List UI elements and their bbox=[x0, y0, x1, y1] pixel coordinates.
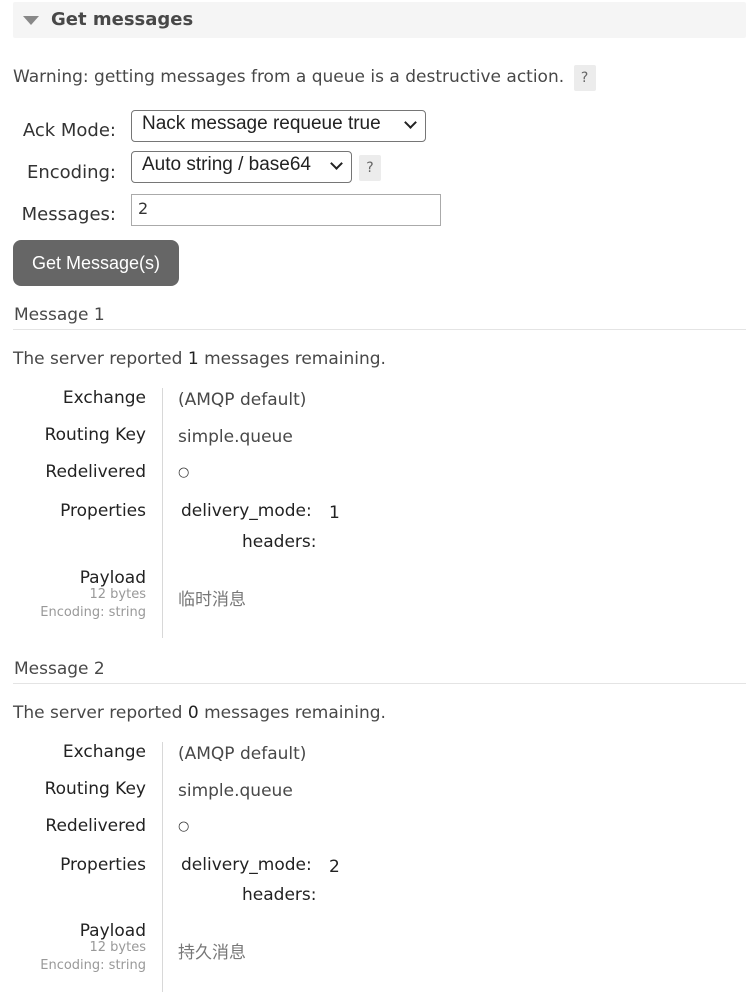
ack-mode-label: Ack Mode: bbox=[22, 120, 116, 141]
headers-label: headers: bbox=[242, 532, 317, 552]
remaining-prefix: The server reported bbox=[13, 349, 183, 369]
delivery-mode-label: delivery_mode: bbox=[181, 501, 312, 521]
payload-label: Payload bbox=[79, 568, 146, 588]
message-title: Message 2 bbox=[14, 659, 105, 679]
payload-value: 临时消息 bbox=[178, 590, 246, 610]
delivery-mode-label: delivery_mode: bbox=[181, 855, 312, 875]
redelivered-value: ○ bbox=[178, 465, 190, 480]
encoding-value: Auto string / base64 bbox=[142, 154, 311, 175]
messages-count-input[interactable]: 2 bbox=[131, 194, 441, 226]
section-title: Get messages bbox=[51, 9, 194, 30]
routing-key-value: simple.queue bbox=[178, 781, 293, 801]
messages-remaining: The server reported 0 messages remaining… bbox=[13, 703, 386, 723]
message-title: Message 1 bbox=[14, 305, 105, 325]
payload-encoding: Encoding: string bbox=[40, 605, 146, 620]
payload-label: Payload bbox=[79, 921, 146, 941]
payload-value: 持久消息 bbox=[178, 943, 246, 963]
redelivered-label: Redelivered bbox=[45, 816, 146, 836]
chevron-down-icon bbox=[404, 116, 417, 129]
details-divider bbox=[162, 388, 163, 638]
properties-label: Properties bbox=[60, 501, 146, 521]
encoding-help-button[interactable]: ? bbox=[359, 155, 381, 181]
remaining-count: 0 bbox=[187, 703, 199, 723]
messages-count-value: 2 bbox=[138, 199, 149, 218]
encoding-label: Encoding: bbox=[26, 162, 116, 183]
payload-encoding: Encoding: string bbox=[40, 958, 146, 973]
properties-label: Properties bbox=[60, 855, 146, 875]
remaining-prefix: The server reported bbox=[13, 703, 183, 723]
payload-bytes: 12 bytes bbox=[89, 587, 147, 602]
details-divider bbox=[162, 742, 163, 992]
ack-mode-select[interactable]: Nack message requeue true bbox=[131, 110, 426, 142]
routing-key-value: simple.queue bbox=[178, 427, 293, 447]
delivery-mode-value: 2 bbox=[329, 857, 340, 877]
remaining-count: 1 bbox=[187, 349, 199, 369]
routing-key-label: Routing Key bbox=[44, 779, 146, 799]
ack-mode-value: Nack message requeue true bbox=[142, 113, 381, 134]
redelivered-label: Redelivered bbox=[45, 462, 146, 482]
exchange-value: (AMQP default) bbox=[178, 744, 307, 764]
routing-key-label: Routing Key bbox=[44, 425, 146, 445]
payload-bytes: 12 bytes bbox=[89, 940, 147, 955]
get-messages-button[interactable]: Get Message(s) bbox=[13, 240, 179, 286]
warning-message: Warning: getting messages from a queue i… bbox=[13, 67, 565, 87]
exchange-label: Exchange bbox=[62, 742, 146, 762]
warning-text: Warning: getting messages from a queue i… bbox=[13, 65, 596, 91]
headers-label: headers: bbox=[242, 885, 317, 905]
get-messages-header[interactable]: Get messages bbox=[13, 2, 746, 38]
delivery-mode-value: 1 bbox=[329, 503, 340, 523]
exchange-value: (AMQP default) bbox=[178, 390, 307, 410]
warning-help-button[interactable]: ? bbox=[573, 65, 596, 91]
remaining-suffix: messages remaining. bbox=[204, 349, 386, 369]
triangle-down-icon[interactable] bbox=[23, 16, 39, 25]
messages-remaining: The server reported 1 messages remaining… bbox=[13, 349, 386, 369]
messages-count-label: Messages: bbox=[21, 204, 116, 225]
chevron-down-icon bbox=[330, 157, 343, 170]
redelivered-value: ○ bbox=[178, 819, 190, 834]
remaining-suffix: messages remaining. bbox=[204, 703, 386, 723]
exchange-label: Exchange bbox=[62, 388, 146, 408]
encoding-select[interactable]: Auto string / base64 bbox=[131, 151, 352, 183]
divider bbox=[13, 329, 746, 330]
divider bbox=[13, 683, 746, 684]
